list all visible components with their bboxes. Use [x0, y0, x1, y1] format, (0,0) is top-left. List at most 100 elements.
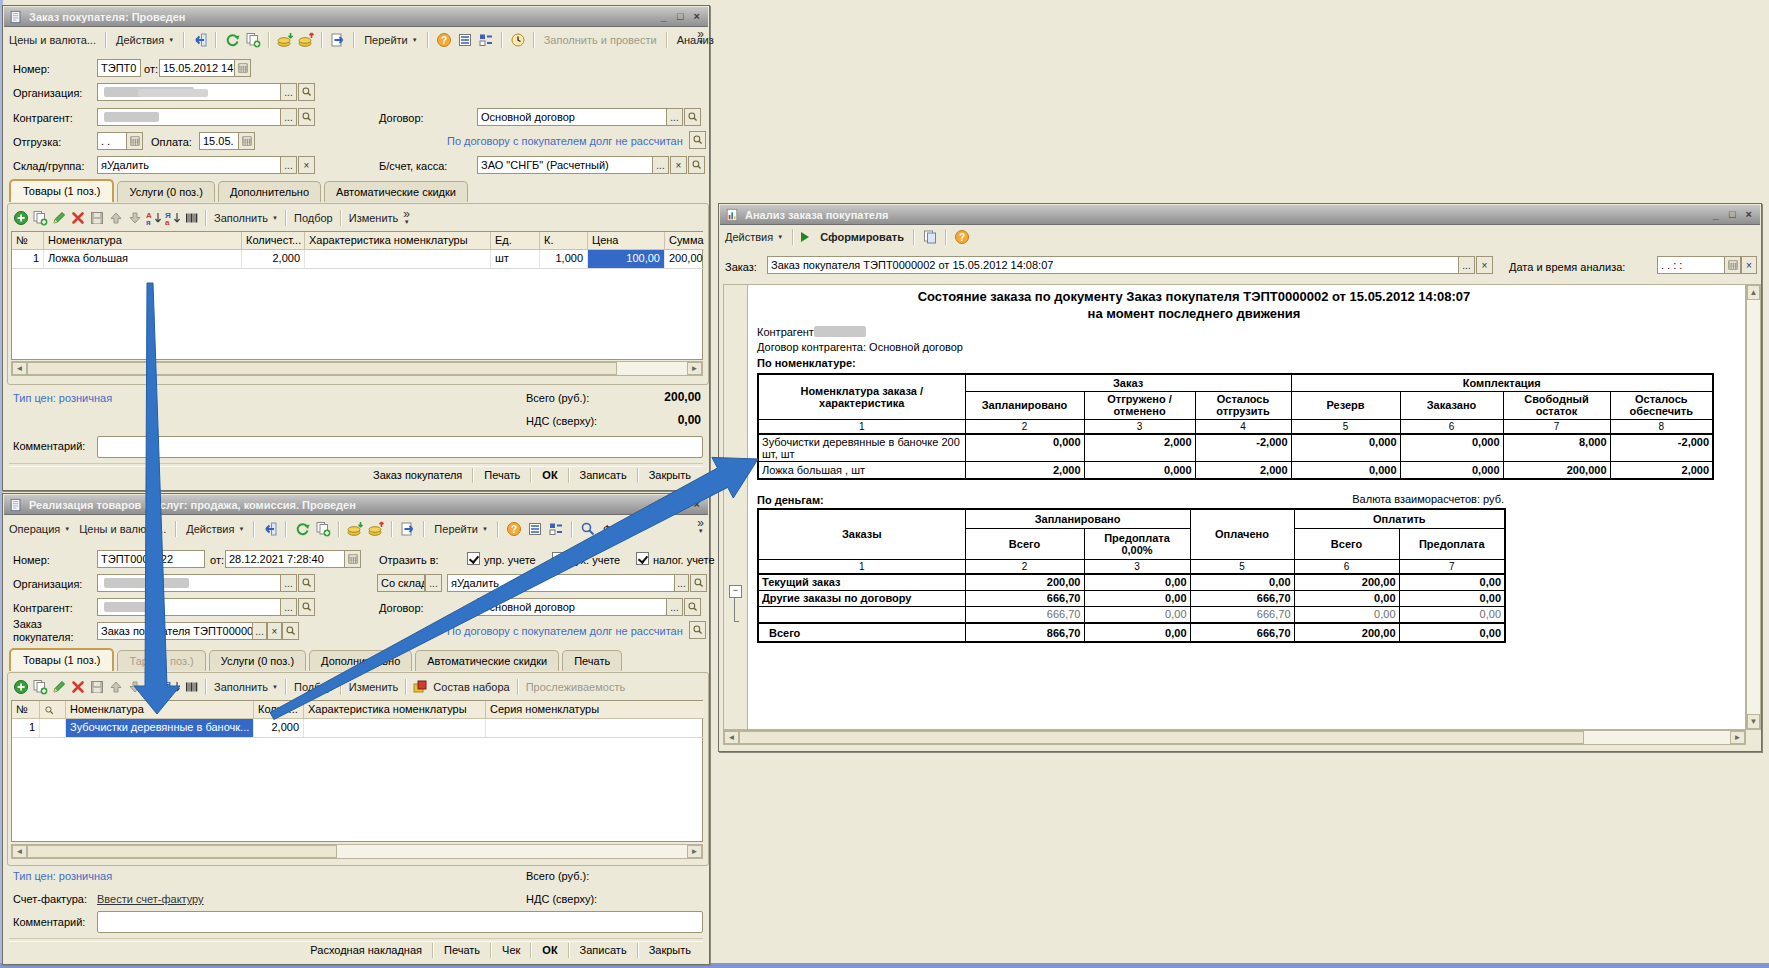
- w1-debt-link[interactable]: По договору с покупателем долг не рассчи…: [447, 135, 683, 147]
- w1-org-search-button[interactable]: [298, 83, 315, 101]
- w1-row-num[interactable]: 1: [12, 250, 44, 269]
- w2-cb3-label[interactable]: налог. учете: [653, 554, 715, 566]
- coins-out-icon[interactable]: [298, 32, 314, 48]
- w2-tab-print[interactable]: Печать: [562, 650, 622, 671]
- w1-toolbar-overflow[interactable]: »▼: [697, 30, 704, 46]
- w1-save-button[interactable]: Записать: [570, 467, 637, 483]
- find-icon[interactable]: [580, 521, 596, 537]
- w2-edit-button[interactable]: Изменить: [347, 680, 401, 694]
- w3-close-button[interactable]: ×: [1746, 209, 1752, 220]
- w2-debt-search-button[interactable]: [689, 621, 706, 639]
- w2-warehouse-select-button[interactable]: ...: [674, 574, 689, 592]
- w1-fill-menu[interactable]: Заполнить: [212, 211, 280, 225]
- w1-shipment-field[interactable]: . .: [97, 132, 127, 150]
- structure-icon[interactable]: [478, 32, 494, 48]
- w2-org-select-button[interactable]: ...: [280, 574, 297, 592]
- w2-check-button[interactable]: Чек: [492, 942, 530, 958]
- w2-col-characteristic[interactable]: Характеристика номенклатуры: [304, 701, 486, 719]
- w1-col-nomenclature[interactable]: Номенклатура: [44, 232, 242, 250]
- w2-org-search-button[interactable]: [298, 574, 315, 592]
- list-icon[interactable]: [527, 521, 543, 537]
- w2-tab-discounts[interactable]: Автоматические скидки: [415, 650, 559, 671]
- w2-files-button[interactable]: Файлы: [601, 522, 640, 536]
- edit-row-icon[interactable]: [51, 679, 67, 695]
- w2-contragent-field[interactable]: [97, 598, 281, 616]
- w3-hscrollbar[interactable]: ◄ ►: [723, 730, 1746, 745]
- w2-row-name-selected-cell[interactable]: Зубочистки деревянные в баночк...: [66, 719, 254, 738]
- help-icon[interactable]: [436, 32, 452, 48]
- w1-minimize-button[interactable]: _: [661, 11, 667, 22]
- w2-save-button[interactable]: Записать: [570, 942, 637, 958]
- coins-in-icon[interactable]: [277, 32, 293, 48]
- w1-contract-select-button[interactable]: ...: [666, 108, 683, 126]
- w3-datetime-field[interactable]: . . : :: [1657, 256, 1725, 274]
- w2-number-field[interactable]: ТЭПТ0000022: [97, 550, 205, 568]
- w2-goto-menu[interactable]: Перейти: [432, 522, 490, 536]
- w1-org-field[interactable]: [97, 83, 281, 101]
- w2-cb1-label[interactable]: упр. учете: [484, 554, 536, 566]
- w1-order-button[interactable]: Заказ покупателя: [363, 467, 472, 483]
- w2-contract-field[interactable]: Основной договор: [477, 598, 667, 616]
- w1-contragent-field[interactable]: [97, 108, 281, 126]
- w1-account-clear-button[interactable]: ×: [670, 156, 687, 174]
- w1-grid-toolbar-overflow[interactable]: »▼: [403, 210, 410, 226]
- w1-date-field[interactable]: 15.05.2012 14: [159, 59, 235, 77]
- sort-desc-icon[interactable]: [165, 679, 181, 695]
- w1-analysis-button[interactable]: Анализ: [675, 33, 716, 47]
- w2-from-warehouse-label[interactable]: Со склада: [377, 574, 425, 592]
- w1-payment-field[interactable]: 15.05.: [199, 132, 239, 150]
- w1-tab-goods[interactable]: Товары (1 поз.): [9, 179, 114, 202]
- w3-titlebar[interactable]: Анализ заказа покупателя _□×: [720, 205, 1760, 225]
- copy-add-icon[interactable]: [315, 521, 331, 537]
- w1-date-calendar-button[interactable]: [234, 59, 251, 77]
- w2-checkbox-nalog[interactable]: [636, 552, 649, 565]
- w2-set-button[interactable]: Состав набора: [431, 680, 511, 694]
- w3-generate-button[interactable]: Сформировать: [818, 230, 906, 244]
- w1-price-type-link[interactable]: Тип цен: розничная: [13, 392, 112, 404]
- w2-order-clear-button[interactable]: ×: [267, 622, 282, 640]
- w2-warehouse-search-button[interactable]: [690, 574, 707, 592]
- w2-col-icon[interactable]: [40, 701, 66, 719]
- w1-pick-button[interactable]: Подбор: [292, 211, 335, 225]
- w2-row-icon-cell[interactable]: [40, 719, 66, 738]
- w1-col-sum[interactable]: Сумма: [665, 232, 704, 250]
- w2-pick-button[interactable]: Подбор: [292, 680, 335, 694]
- w2-org-field[interactable]: [97, 574, 281, 592]
- sort-asc-icon[interactable]: [146, 679, 162, 695]
- w1-account-field[interactable]: ЗАО "СНГБ" (Расчетный): [477, 156, 653, 174]
- w1-col-unit[interactable]: Ед.: [491, 232, 540, 250]
- w1-debt-search-button[interactable]: [689, 131, 706, 149]
- w2-col-series[interactable]: Серия номенклатуры: [486, 701, 704, 719]
- sort-asc-icon[interactable]: [146, 210, 162, 226]
- w2-tab-goods[interactable]: Товары (1 поз.): [9, 648, 114, 671]
- w2-toolbar-overflow[interactable]: »▼: [697, 519, 704, 535]
- w2-contract-search-button[interactable]: [684, 598, 701, 616]
- copy-row-icon[interactable]: [32, 210, 48, 226]
- w1-contract-field[interactable]: Основной договор: [477, 108, 667, 126]
- edit-row-icon[interactable]: [51, 210, 67, 226]
- w2-row-series[interactable]: [486, 719, 704, 738]
- w1-tab-services[interactable]: Услуги (0 поз.): [117, 181, 214, 202]
- add-row-icon[interactable]: [13, 679, 29, 695]
- w2-tab-services[interactable]: Услуги (0 поз.): [209, 650, 306, 671]
- copy-table-icon[interactable]: [922, 229, 938, 245]
- w2-ok-button[interactable]: ОК: [532, 942, 567, 958]
- w3-order-clear-button[interactable]: ×: [1476, 256, 1493, 274]
- coins-out-icon[interactable]: [368, 521, 384, 537]
- w3-order-field[interactable]: Заказ покупателя ТЭПТ0000002 от 15.05.20…: [767, 256, 1459, 274]
- delete-row-icon[interactable]: [70, 679, 86, 695]
- w1-warehouse-clear-button[interactable]: ×: [298, 156, 315, 174]
- structure-icon[interactable]: [548, 521, 564, 537]
- w3-minimize-button[interactable]: _: [1713, 209, 1719, 220]
- w2-invoice-link[interactable]: Ввести счет-фактуру: [97, 893, 204, 905]
- w3-order-select-button[interactable]: ...: [1458, 256, 1475, 274]
- w1-payment-calendar-button[interactable]: [238, 132, 255, 150]
- w1-col-k[interactable]: К.: [540, 232, 588, 250]
- move-down-icon[interactable]: [127, 210, 143, 226]
- w1-number-field[interactable]: ТЭПТ0: [97, 59, 141, 77]
- w1-row-unit[interactable]: шт: [491, 250, 540, 269]
- w2-trace-button[interactable]: Прослеживаемость: [524, 680, 627, 694]
- w1-col-num[interactable]: №: [12, 232, 44, 250]
- w2-close-button2[interactable]: Закрыть: [639, 942, 701, 958]
- coins-in-icon[interactable]: [347, 521, 363, 537]
